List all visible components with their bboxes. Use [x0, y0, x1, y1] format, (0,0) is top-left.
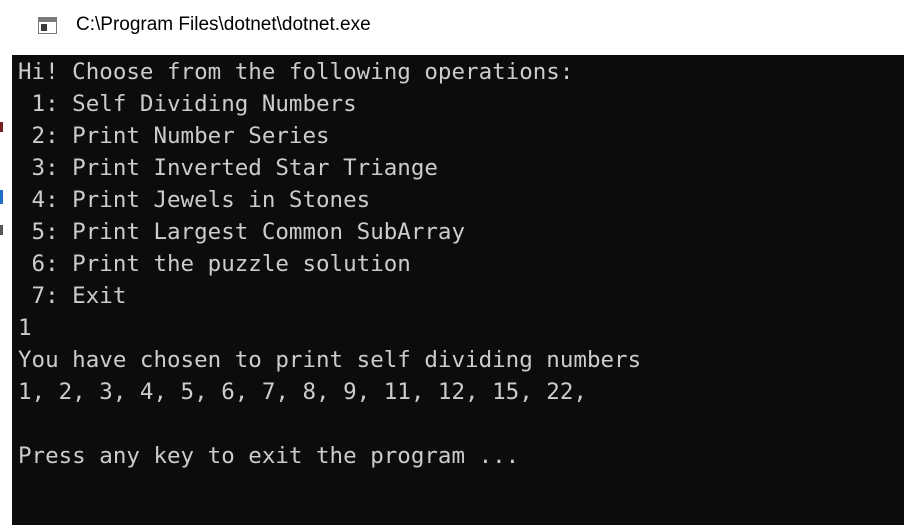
console-line-option-2: 2: Print Number Series [18, 123, 330, 149]
console-line-user-input: 1 [18, 315, 32, 341]
edge-marker [0, 190, 3, 204]
console-line-option-5: 5: Print Largest Common SubArray [18, 219, 466, 245]
console-line-option-6: 6: Print the puzzle solution [18, 251, 411, 277]
console-line-prompt: Hi! Choose from the following operations… [18, 59, 574, 85]
background-window-edge [0, 0, 12, 525]
window-title: C:\Program Files\dotnet\dotnet.exe [76, 14, 371, 35]
console-app-icon[interactable] [38, 17, 57, 34]
edge-marker [0, 225, 3, 235]
console-line-result: 1, 2, 3, 4, 5, 6, 7, 8, 9, 11, 12, 15, 2… [18, 379, 587, 405]
console-line-option-1: 1: Self Dividing Numbers [18, 91, 357, 117]
console-line-option-7: 7: Exit [18, 283, 127, 309]
console-line-chosen-message: You have chosen to print self dividing n… [18, 347, 642, 373]
console-line-option-3: 3: Print Inverted Star Triange [18, 155, 438, 181]
edge-marker [0, 122, 3, 132]
console-line-exit-prompt: Press any key to exit the program ... [18, 443, 520, 469]
console-line-option-4: 4: Print Jewels in Stones [18, 187, 371, 213]
console-output[interactable]: Hi! Choose from the following operations… [12, 55, 904, 525]
title-bar[interactable]: C:\Program Files\dotnet\dotnet.exe [12, 0, 904, 55]
console-window[interactable]: C:\Program Files\dotnet\dotnet.exe Hi! C… [0, 0, 904, 525]
